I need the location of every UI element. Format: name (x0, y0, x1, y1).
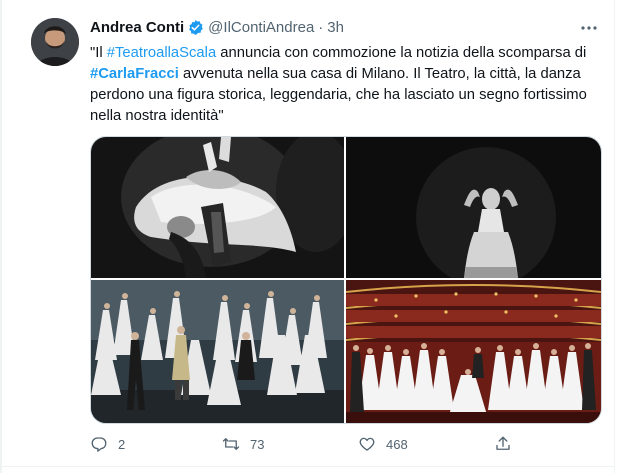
stage-photo-3[interactable] (91, 280, 344, 423)
tweet-header: Andrea Conti @IlContiAndrea · 3h (90, 17, 344, 37)
heart-icon (359, 437, 375, 451)
reply-count: 2 (118, 436, 126, 452)
retweet-icon (222, 438, 240, 450)
share-button[interactable] (494, 431, 522, 457)
header-separator: · (318, 18, 324, 36)
share-icon (496, 436, 510, 450)
reply-button[interactable]: 2 (90, 431, 125, 457)
tweet-text-part: "Il (90, 45, 107, 61)
ballet-photo-2[interactable] (346, 137, 601, 278)
retweet-button[interactable]: 73 (222, 431, 264, 457)
tweet-actions: 2 73 468 (90, 431, 600, 457)
tweet[interactable]: Andrea Conti @IlContiAndrea · 3h "Il #Te… (17, 0, 615, 473)
more-options-icon[interactable] (579, 18, 599, 38)
media-gallery (90, 136, 602, 424)
verified-badge-icon (187, 19, 204, 36)
like-count: 468 (386, 436, 408, 452)
timeline-left-border (0, 0, 2, 473)
hashtag-teatroallascala[interactable]: #TeatroallaScala (107, 45, 216, 61)
like-button[interactable]: 468 (358, 431, 408, 457)
ballet-photo-1[interactable] (91, 137, 344, 278)
retweet-count: 73 (250, 436, 265, 452)
tweet-text-part: annuncia con commozione la notizia della… (216, 45, 587, 61)
hashtag-carlafracci[interactable]: #CarlaFracci (90, 66, 179, 82)
author-name[interactable]: Andrea Conti (90, 19, 184, 36)
tweet-text: "Il #TeatroallaScala annuncia con commoz… (90, 43, 600, 127)
reply-icon (91, 437, 107, 452)
avatar[interactable] (31, 18, 79, 66)
tweet-timestamp[interactable]: 3h (327, 19, 344, 36)
author-handle[interactable]: @IlContiAndrea (208, 19, 314, 36)
timeline-right-panel (614, 0, 633, 473)
tweet-divider (0, 466, 614, 467)
theatre-photo-4[interactable] (346, 280, 601, 423)
